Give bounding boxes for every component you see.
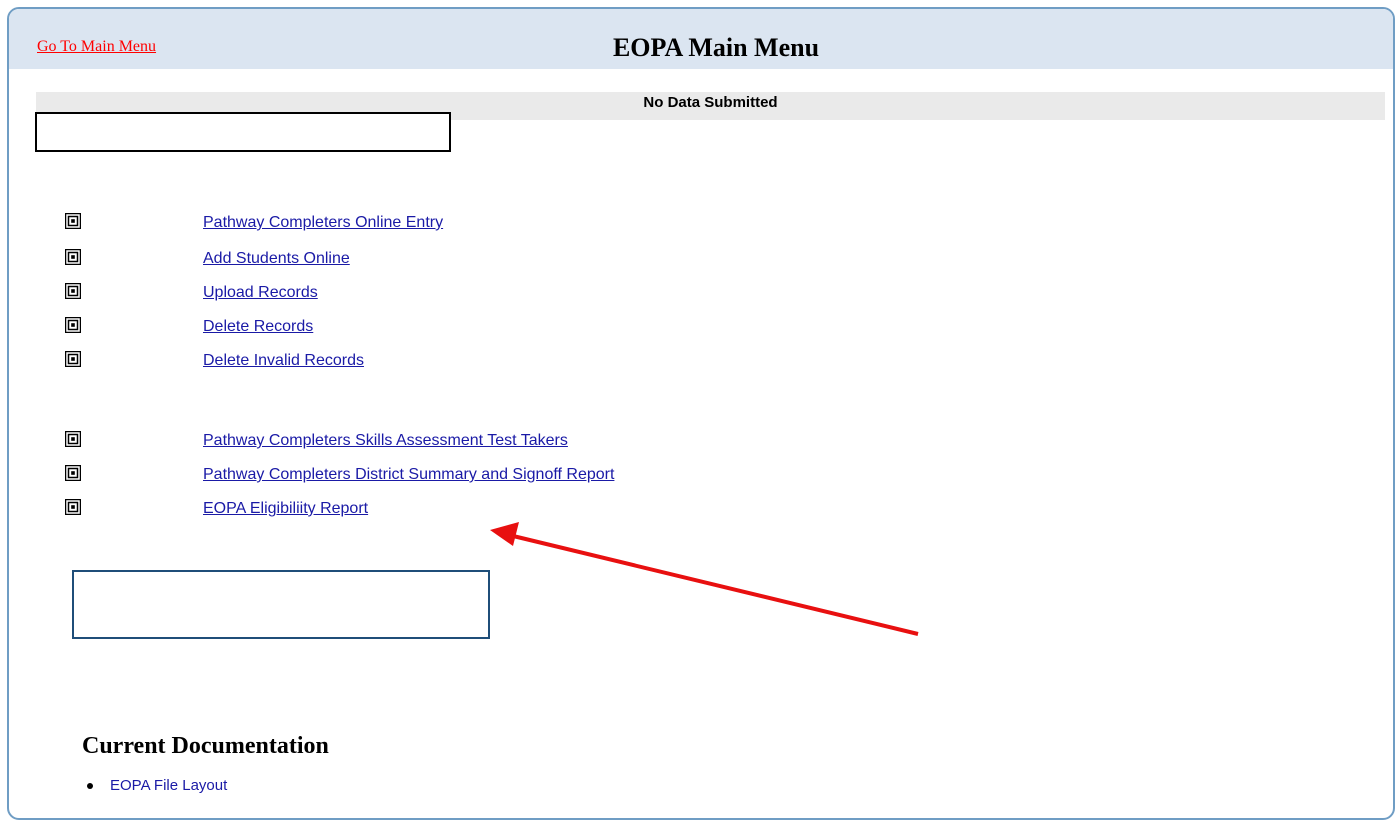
- eopa-file-layout-link[interactable]: EOPA File Layout: [110, 777, 227, 794]
- documentation-heading: Current Documentation: [82, 733, 329, 759]
- menu-link[interactable]: Delete Invalid Records: [203, 352, 364, 370]
- menu-item-pathway-online-entry[interactable]: Pathway Completers Online Entry: [9, 213, 909, 237]
- menu-link[interactable]: EOPA Eligibiliity Report: [203, 500, 368, 518]
- maze-icon: [65, 213, 81, 229]
- maze-icon: [65, 249, 81, 265]
- redacted-box: [35, 112, 451, 152]
- menu-link[interactable]: Upload Records: [203, 284, 318, 302]
- maze-icon: [65, 317, 81, 333]
- page-title: EOPA Main Menu: [612, 33, 820, 62]
- menu-item-eopa-eligibility-report[interactable]: EOPA Eligibiliity Report: [9, 499, 909, 523]
- documentation-list: EOPA File Layout: [87, 777, 227, 794]
- maze-icon: [65, 465, 81, 481]
- documentation-item: EOPA File Layout: [87, 777, 227, 794]
- maze-icon: [65, 283, 81, 299]
- menu-item-add-students-online[interactable]: Add Students Online: [9, 249, 909, 273]
- menu-link[interactable]: Delete Records: [203, 318, 313, 336]
- menu-link[interactable]: Pathway Completers Online Entry: [203, 214, 443, 232]
- maze-icon: [65, 351, 81, 367]
- menu-link[interactable]: Add Students Online: [203, 250, 350, 268]
- status-text: No Data Submitted: [643, 94, 778, 111]
- menu-item-delete-invalid-records[interactable]: Delete Invalid Records: [9, 351, 909, 375]
- maze-icon: [65, 431, 81, 447]
- menu-link[interactable]: Pathway Completers District Summary and …: [203, 466, 614, 484]
- menu-item-delete-records[interactable]: Delete Records: [9, 317, 909, 341]
- eopa-main-menu-panel: Go To Main Menu EOPA Main Menu No Data S…: [7, 7, 1395, 820]
- redacted-box: [72, 570, 490, 639]
- header-bar: Go To Main Menu EOPA Main Menu: [9, 9, 1393, 69]
- bullet-icon: [87, 783, 93, 789]
- menu-item-upload-records[interactable]: Upload Records: [9, 283, 909, 307]
- maze-icon: [65, 499, 81, 515]
- menu-item-district-summary-signoff-report[interactable]: Pathway Completers District Summary and …: [9, 465, 909, 489]
- menu-item-skills-assessment-test-takers[interactable]: Pathway Completers Skills Assessment Tes…: [9, 431, 909, 455]
- menu-link[interactable]: Pathway Completers Skills Assessment Tes…: [203, 432, 568, 450]
